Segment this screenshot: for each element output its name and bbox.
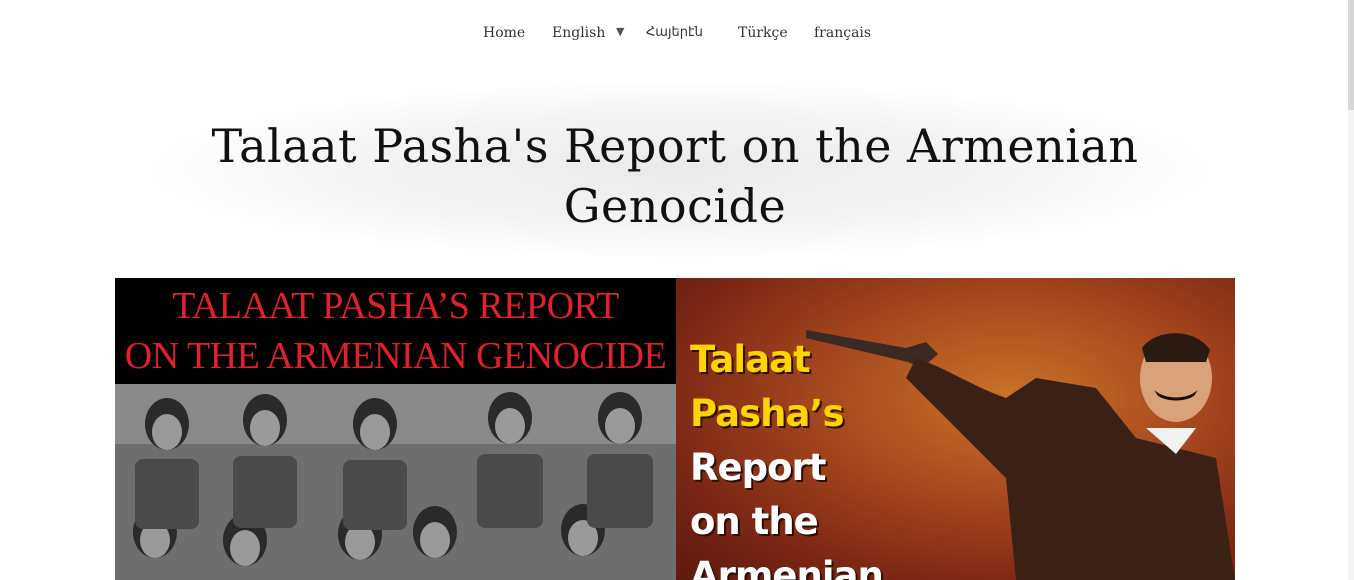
language-nav: Home English ▼ Հայերէն Türkçe français (0, 22, 1354, 46)
nav-turkish-link[interactable]: Türkçe (738, 22, 788, 44)
book-cover-left: TALAAT PASHA’S REPORT ON THE ARMENIAN GE… (115, 278, 676, 580)
poster-title-line-4: on the (690, 500, 819, 543)
page: Home English ▼ Հայերէն Türkçe français T… (0, 0, 1354, 580)
group-photo-figures (115, 384, 676, 580)
cover-header: TALAAT PASHA’S REPORT ON THE ARMENIAN GE… (115, 278, 676, 384)
scrollbar-thumb[interactable] (1348, 0, 1354, 110)
nav-home-link[interactable]: Home (483, 22, 525, 44)
poster-title-line-2: Pasha’s (690, 392, 845, 435)
group-photo (115, 384, 676, 580)
hero-image: TALAAT PASHA’S REPORT ON THE ARMENIAN GE… (115, 278, 1235, 580)
page-scrollbar[interactable] (1348, 0, 1354, 580)
cover-title-line-2: ON THE ARMENIAN GENOCIDE (124, 335, 667, 377)
nav-english-link[interactable]: English (552, 22, 605, 44)
nav-french-link[interactable]: français (814, 22, 871, 44)
page-title: Talaat Pasha's Report on the Armenian Ge… (211, 119, 1139, 233)
poster-title-line-5: Armenian (690, 554, 884, 580)
triangle-down-icon[interactable]: ▼ (616, 22, 624, 42)
nav-armenian-link[interactable]: Հայերէն (646, 22, 703, 44)
cover-title-line-1: TALAAT PASHA’S REPORT (172, 285, 619, 327)
poster-title-line-3: Report (690, 446, 826, 489)
poster-right: Talaat Pasha’s Report on the Armenian (676, 278, 1235, 580)
poster-title-line-1: Talaat (690, 338, 811, 381)
